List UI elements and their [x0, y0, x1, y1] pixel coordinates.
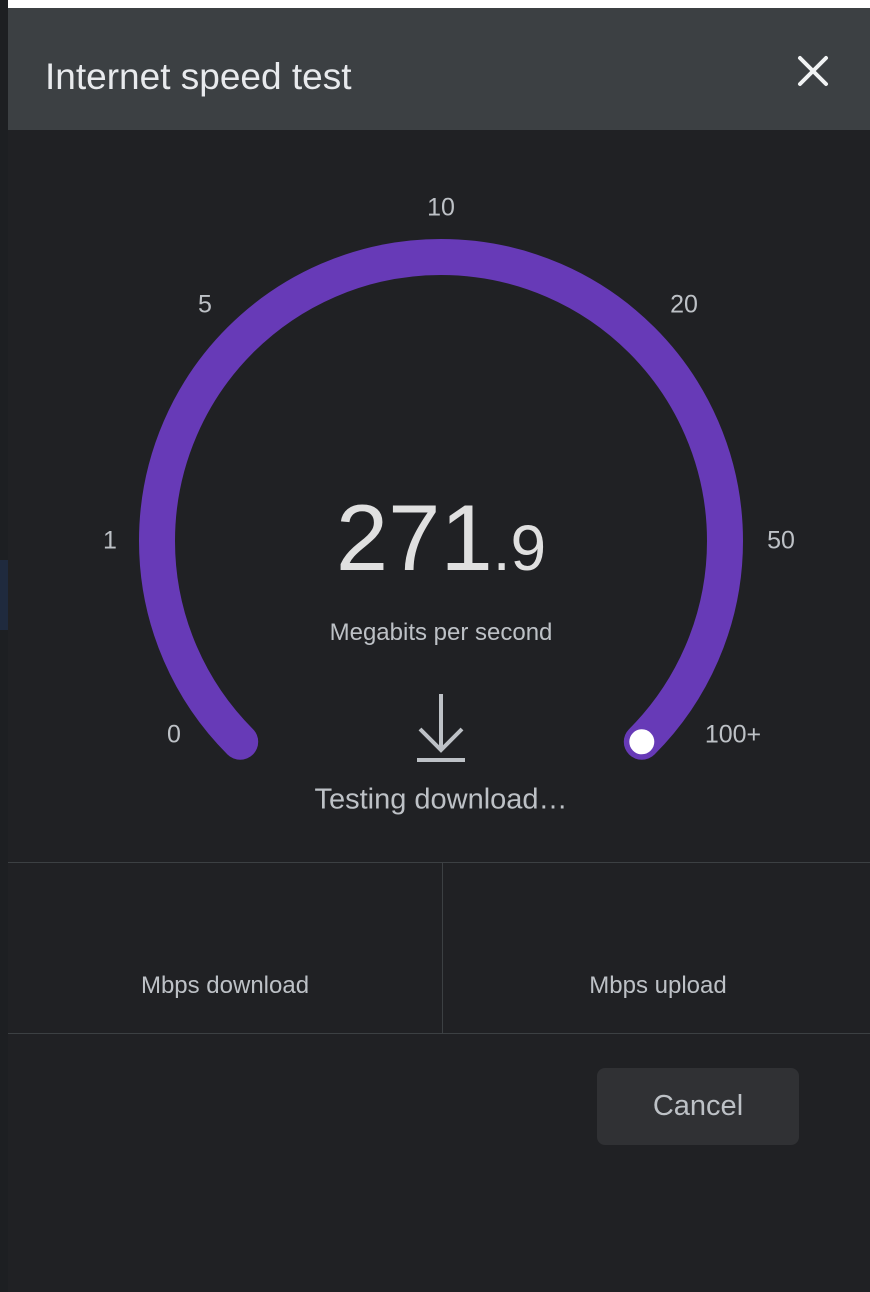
speed-value-integer: 271: [335, 485, 493, 590]
speed-test-dialog: Internet speed test 0 1 5 10 20 50 100+ …: [8, 8, 870, 1292]
cancel-button[interactable]: Cancel: [597, 1068, 799, 1145]
gauge-tick-100-plus: 100+: [704, 720, 762, 749]
test-status-text: Testing download…: [314, 783, 568, 816]
speed-value-fraction: .9: [492, 512, 547, 584]
gauge-tick-50: 50: [767, 526, 795, 555]
speed-unit-label: Megabits per second: [329, 619, 553, 646]
download-arrow-icon: [417, 694, 465, 762]
background-edge: [0, 0, 8, 1292]
results-divider: [442, 863, 443, 1033]
speed-value: 271.9: [336, 491, 546, 585]
gauge-tick-1: 1: [103, 526, 117, 555]
gauge-tick-5: 5: [198, 290, 212, 319]
gauge-knob: [626, 726, 658, 758]
upload-result-label: Mbps upload: [589, 972, 727, 999]
gauge-tick-20: 20: [670, 290, 698, 319]
gauge-tick-0: 0: [167, 720, 181, 749]
download-result-label: Mbps download: [140, 972, 310, 999]
gauge-tick-10: 10: [427, 193, 455, 222]
results-panel: Mbps download Mbps upload: [8, 862, 870, 1034]
